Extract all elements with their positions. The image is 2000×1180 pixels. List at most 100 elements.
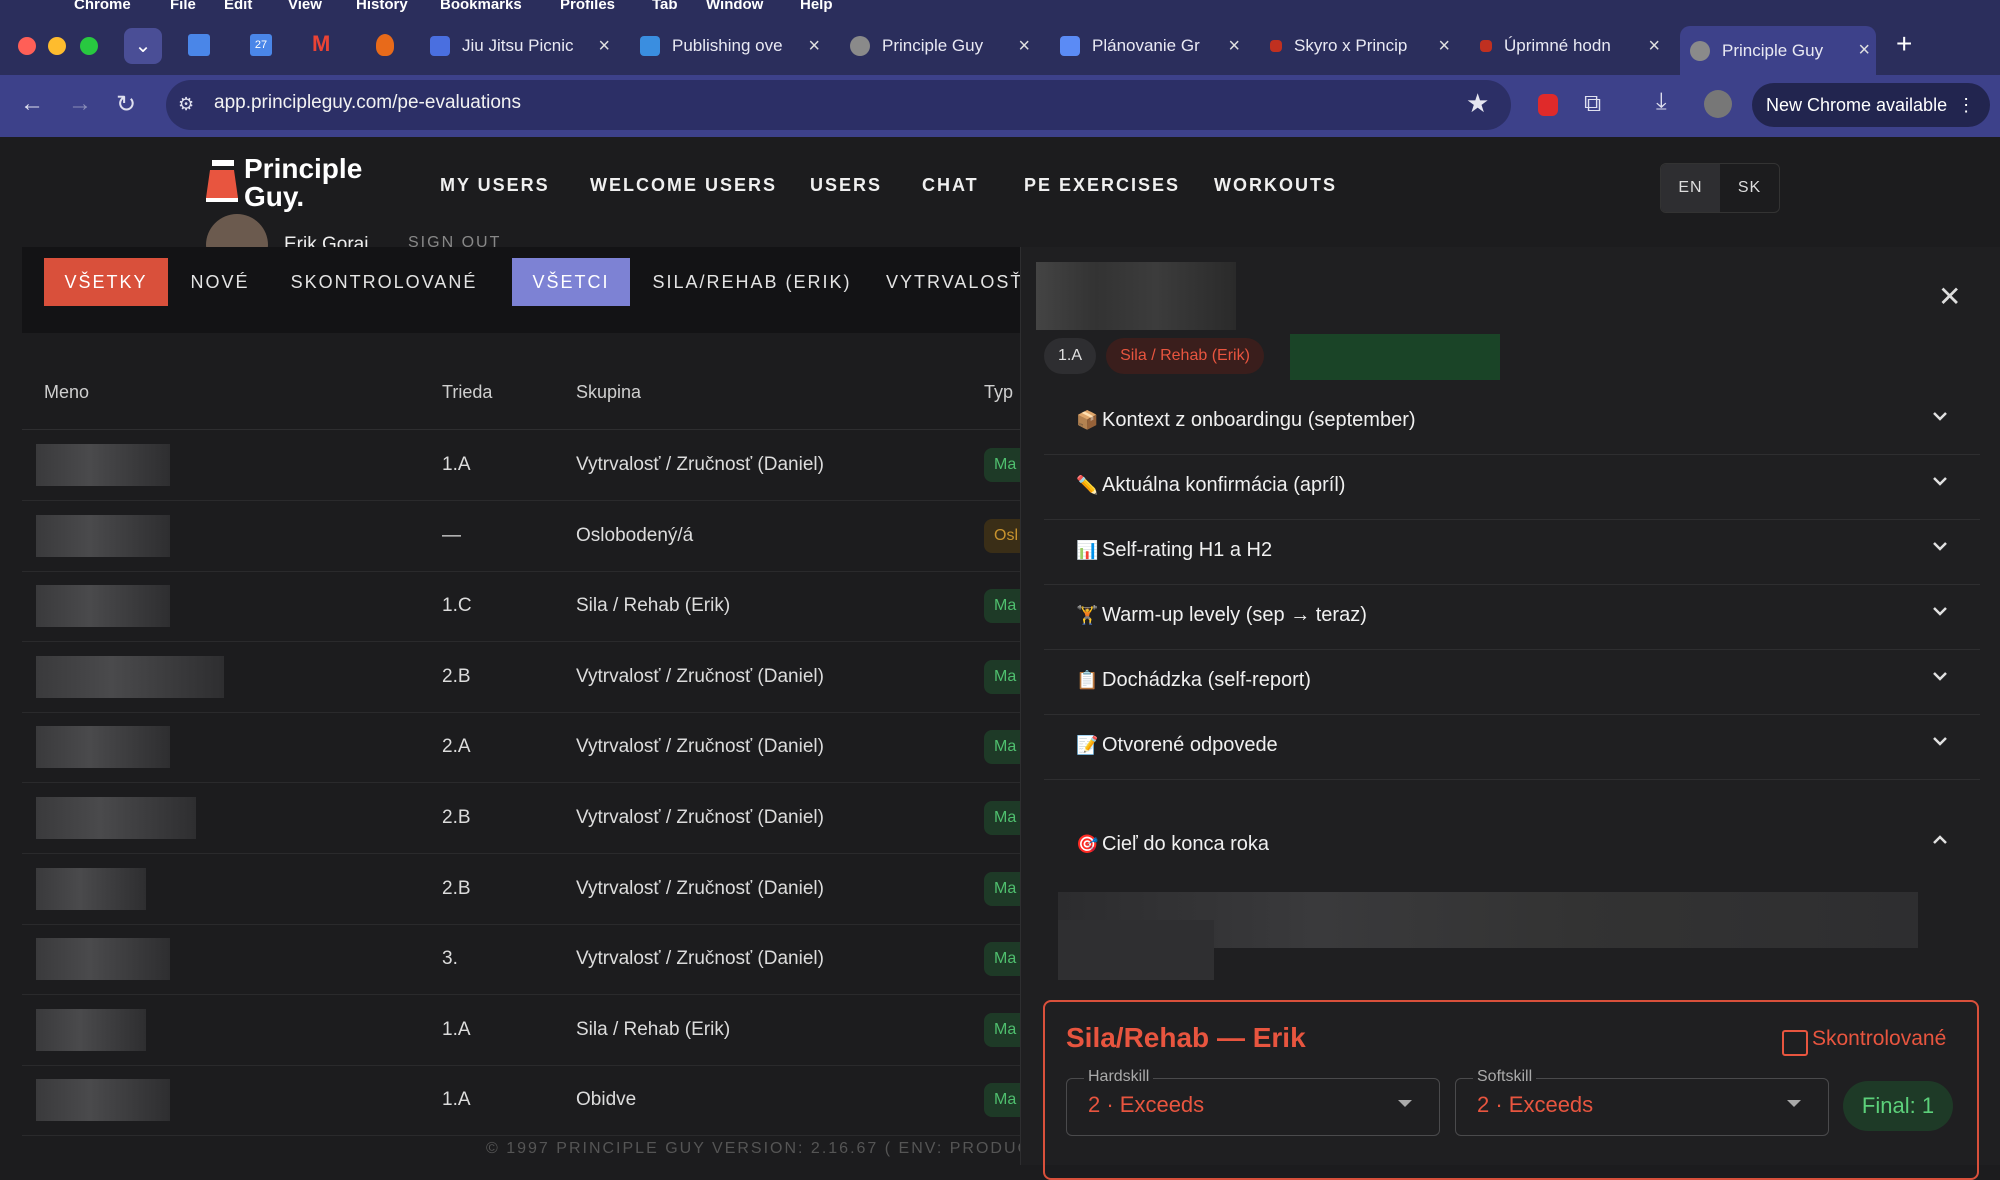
table-row[interactable] <box>22 854 1022 925</box>
type-badge: Ma <box>984 871 1024 906</box>
chevron-down-icon[interactable] <box>1928 469 1952 493</box>
chevron-down-icon[interactable] <box>1928 664 1952 688</box>
nav-workouts[interactable]: WORKOUTS <box>1214 175 1337 196</box>
column-meno[interactable]: Meno <box>44 382 89 403</box>
menu-chrome[interactable]: Chrome <box>74 0 131 13</box>
forward-icon[interactable]: → <box>68 90 92 118</box>
menu-file[interactable]: File <box>170 0 196 13</box>
accordion-section[interactable]: 📊 Self-rating H1 a H2 <box>1044 520 1980 585</box>
principle-guy-logo-icon[interactable] <box>206 160 238 204</box>
chevron-down-icon[interactable] <box>1928 404 1952 428</box>
type-badge: Ma <box>984 1012 1024 1047</box>
pinned-tab-flame[interactable] <box>376 34 394 56</box>
filter-vsetky[interactable]: VŠETKY <box>44 258 168 306</box>
name-redacted <box>36 1008 146 1051</box>
menu-view[interactable]: View <box>288 0 322 13</box>
site-settings-icon[interactable]: ⚙ <box>178 94 194 115</box>
tab-principle-guy[interactable]: Principle Guy × <box>850 26 1036 66</box>
menu-edit[interactable]: Edit <box>224 0 252 13</box>
lang-sk-button[interactable]: SK <box>1720 164 1779 212</box>
new-chrome-available-button[interactable]: New Chrome available ⋮ <box>1752 83 1990 127</box>
bookmark-star-icon[interactable]: ★ <box>1466 88 1489 119</box>
close-icon[interactable]: × <box>1228 35 1240 58</box>
menu-help[interactable]: Help <box>800 0 833 13</box>
tab-publishing[interactable]: Publishing ove × <box>640 26 826 66</box>
group-vsetci[interactable]: VŠETCI <box>512 258 630 306</box>
hardskill-value[interactable]: 2 · Exceeds <box>1088 1092 1204 1118</box>
tab-planovanie[interactable]: Plánovanie Gr × <box>1060 26 1246 66</box>
column-trieda[interactable]: Trieda <box>442 382 492 403</box>
table-row[interactable] <box>22 571 1022 643</box>
reviewed-label[interactable]: Skontrolované <box>1812 1027 1946 1051</box>
accordion-section[interactable]: 📦 Kontext z onboardingu (september) <box>1044 390 1980 455</box>
chevron-down-icon[interactable] <box>1928 534 1952 558</box>
logo-text[interactable]: Principle Guy. <box>244 155 362 211</box>
tab-skyro[interactable]: Skyro x Princip × <box>1270 26 1456 66</box>
softskill-value[interactable]: 2 · Exceeds <box>1477 1092 1593 1118</box>
lang-en-button[interactable]: EN <box>1661 164 1720 212</box>
filter-skontrolovane[interactable]: SKONTROLOVANÉ <box>286 258 482 306</box>
nav-pe-exercises[interactable]: PE EXERCISES <box>1024 175 1180 196</box>
table-row[interactable] <box>22 995 1022 1066</box>
chevron-down-icon[interactable] <box>1928 729 1952 753</box>
close-icon[interactable]: ✕ <box>1938 280 1961 313</box>
menu-history[interactable]: History <box>356 0 408 13</box>
close-icon[interactable]: × <box>1438 35 1450 58</box>
cell-trieda: 2.B <box>442 665 471 687</box>
menu-bookmarks[interactable]: Bookmarks <box>440 0 522 13</box>
nav-my-users[interactable]: MY USERS <box>440 175 550 196</box>
group-vytrvalost[interactable]: VYTRVALOSŤ <box>886 258 1022 306</box>
close-icon[interactable]: × <box>808 35 820 58</box>
name-redacted <box>36 514 170 557</box>
table-row[interactable] <box>22 501 1022 572</box>
table-row[interactable] <box>22 712 1022 784</box>
dropdown-arrow-icon[interactable] <box>1398 1100 1412 1107</box>
accordion-section[interactable]: 📝 Otvorené odpovede <box>1044 715 1980 780</box>
nav-welcome-users[interactable]: WELCOME USERS <box>590 175 777 196</box>
menu-profiles[interactable]: Profiles <box>560 0 615 13</box>
table-row[interactable] <box>22 1065 1022 1137</box>
new-tab-button[interactable]: + <box>1896 28 1912 60</box>
extension-shield-icon[interactable] <box>1538 94 1558 116</box>
download-icon[interactable]: ⤓ <box>1656 88 1667 116</box>
pinned-tab-analytics[interactable] <box>188 34 210 56</box>
close-icon[interactable]: × <box>1648 35 1660 58</box>
accordion-section[interactable]: 🏋 Warm-up levely (sep → teraz) <box>1044 585 1980 650</box>
tab-principle-guy-active[interactable]: Principle Guy × <box>1680 26 1876 75</box>
close-icon[interactable]: × <box>598 35 610 58</box>
menu-tab[interactable]: Tab <box>652 0 678 13</box>
tab-uprimne[interactable]: Úprimné hodn × <box>1480 26 1666 66</box>
tab-jiu-jitsu[interactable]: Jiu Jitsu Picnic × <box>430 26 616 66</box>
accordion-section[interactable]: 🎯 Cieľ do konca roka <box>1044 814 1980 878</box>
close-icon[interactable]: × <box>1018 35 1030 58</box>
close-icon[interactable]: × <box>1858 39 1870 62</box>
chevron-down-icon[interactable] <box>1928 599 1952 623</box>
window-close-button[interactable] <box>18 37 36 55</box>
back-icon[interactable]: ← <box>20 90 44 118</box>
table-row[interactable] <box>22 430 1022 501</box>
column-skupina[interactable]: Skupina <box>576 382 641 403</box>
window-minimize-button[interactable] <box>48 37 66 55</box>
nav-chat[interactable]: CHAT <box>922 175 979 196</box>
window-zoom-button[interactable] <box>80 37 98 55</box>
profile-avatar-icon[interactable] <box>1704 90 1732 118</box>
extensions-puzzle-icon[interactable]: ⧉ <box>1584 90 1601 118</box>
column-typ[interactable]: Typ <box>984 382 1013 403</box>
tab-search-button[interactable]: ⌄ <box>124 28 162 64</box>
nav-users[interactable]: USERS <box>810 175 882 196</box>
filter-nove[interactable]: NOVÉ <box>180 258 260 306</box>
table-row[interactable] <box>22 924 1022 996</box>
group-sila-rehab[interactable]: SILA/REHAB (ERIK) <box>646 258 858 306</box>
url-text[interactable]: app.principleguy.com/pe-evaluations <box>214 92 521 114</box>
accordion-section[interactable]: ✏️ Aktuálna konfirmácia (apríl) <box>1044 455 1980 520</box>
section-label: Warm-up levely (sep → teraz) <box>1102 604 1367 626</box>
chevron-up-icon[interactable] <box>1928 828 1952 852</box>
pinned-tab-calendar[interactable]: 27 <box>250 34 272 56</box>
accordion-section[interactable]: 📋 Dochádzka (self-report) <box>1044 650 1980 715</box>
dropdown-arrow-icon[interactable] <box>1787 1100 1801 1107</box>
reload-icon[interactable]: ↻ <box>116 90 136 119</box>
pinned-tab-gmail[interactable]: M <box>312 33 336 55</box>
menu-window[interactable]: Window <box>706 0 763 13</box>
reviewed-checkbox[interactable] <box>1782 1030 1808 1056</box>
cell-skupina: Sila / Rehab (Erik) <box>576 1018 731 1040</box>
